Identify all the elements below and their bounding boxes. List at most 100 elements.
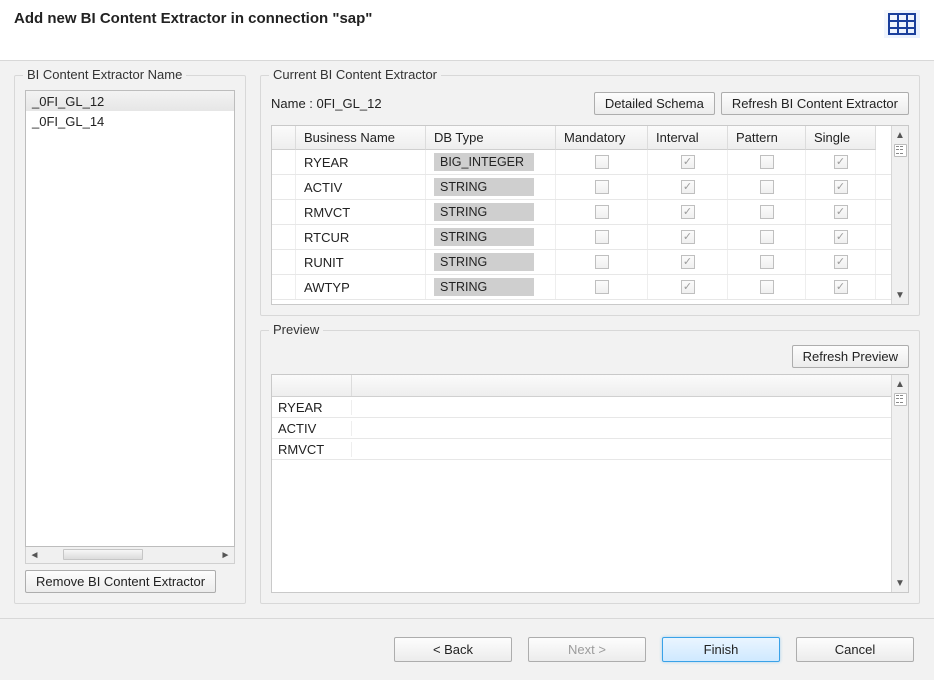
preview-grid[interactable]: RYEARACTIV RMVCT ▲ ▼	[271, 374, 909, 593]
cell-mandatory[interactable]	[556, 225, 648, 249]
preview-v-scrollbar[interactable]: ▲ ▼	[891, 375, 908, 592]
dialog-root: Add new BI Content Extractor in connecti…	[0, 0, 934, 680]
table-icon	[884, 10, 920, 38]
scroll-down-icon[interactable]: ▼	[892, 288, 908, 302]
cell-business-name: AWTYP	[296, 275, 426, 299]
table-row[interactable]: RUNITSTRING	[272, 250, 891, 275]
current-top-row: Name : 0FI_GL_12 Detailed Schema Refresh…	[271, 92, 909, 115]
cell-single[interactable]	[806, 225, 876, 249]
preview-panel: Preview Refresh Preview RYEARACTIVRMVCT …	[260, 330, 920, 604]
cell-mandatory[interactable]	[556, 175, 648, 199]
left-column: BI Content Extractor Name _0FI_GL_12 _0F…	[14, 75, 246, 604]
cell-single[interactable]	[806, 275, 876, 299]
scroll-up-icon[interactable]: ▲	[892, 377, 908, 391]
preview-row[interactable]: ACTIV	[272, 418, 891, 439]
row-lead	[272, 150, 296, 174]
row-lead	[272, 200, 296, 224]
table-row[interactable]: RYEARBIG_INTEGER	[272, 150, 891, 175]
detailed-schema-button[interactable]: Detailed Schema	[594, 92, 715, 115]
cell-db-type: STRING	[426, 200, 556, 224]
extractor-listbox[interactable]: _0FI_GL_12 _0FI_GL_14	[25, 90, 235, 547]
refresh-preview-button[interactable]: Refresh Preview	[792, 345, 909, 368]
table-row[interactable]: ACTIVSTRING	[272, 175, 891, 200]
dialog-header: Add new BI Content Extractor in connecti…	[0, 0, 934, 46]
col-mandatory[interactable]: Mandatory	[556, 126, 648, 150]
col-interval[interactable]: Interval	[648, 126, 728, 150]
cell-interval[interactable]	[648, 275, 728, 299]
current-name-label: Name : 0FI_GL_12	[271, 96, 382, 111]
col-business-name[interactable]: Business Name	[296, 126, 426, 150]
cell-business-name: ACTIV	[296, 175, 426, 199]
list-item[interactable]: _0FI_GL_12	[26, 91, 234, 111]
cell-single[interactable]	[806, 250, 876, 274]
scroll-right-icon[interactable]: ►	[217, 547, 234, 563]
scroll-track[interactable]	[43, 547, 217, 563]
col-single[interactable]: Single	[806, 126, 876, 150]
scroll-down-icon[interactable]: ▼	[892, 576, 908, 590]
cell-single[interactable]	[806, 150, 876, 174]
next-button: Next >	[528, 637, 646, 662]
preview-title: Preview	[269, 322, 323, 337]
row-lead	[272, 225, 296, 249]
scroll-options-icon[interactable]	[894, 393, 907, 406]
cell-pattern[interactable]	[728, 275, 806, 299]
cell-db-type: STRING	[426, 175, 556, 199]
scroll-left-icon[interactable]: ◄	[26, 547, 43, 563]
row-lead	[272, 275, 296, 299]
body-area: BI Content Extractor Name _0FI_GL_12 _0F…	[0, 61, 934, 604]
dialog-title: Add new BI Content Extractor in connecti…	[14, 10, 372, 27]
grid-header-row: Business Name DB Type Mandatory Interval…	[272, 126, 891, 150]
cell-interval[interactable]	[648, 175, 728, 199]
cell-business-name: RYEAR	[296, 150, 426, 174]
cell-mandatory[interactable]	[556, 275, 648, 299]
refresh-extractor-button[interactable]: Refresh BI Content Extractor	[721, 92, 909, 115]
cell-db-type: STRING	[426, 225, 556, 249]
preview-row-label: RMVCT	[272, 442, 352, 457]
extractor-list-title: BI Content Extractor Name	[23, 67, 186, 82]
cell-business-name: RUNIT	[296, 250, 426, 274]
cell-pattern[interactable]	[728, 225, 806, 249]
cancel-button[interactable]: Cancel	[796, 637, 914, 662]
cell-pattern[interactable]	[728, 200, 806, 224]
current-extractor-panel: Current BI Content Extractor Name : 0FI_…	[260, 75, 920, 316]
cell-mandatory[interactable]	[556, 250, 648, 274]
grid-v-scrollbar[interactable]: ▲ ▼	[891, 126, 908, 304]
scroll-options-icon[interactable]	[894, 144, 907, 157]
scroll-up-icon[interactable]: ▲	[892, 128, 908, 142]
cell-single[interactable]	[806, 200, 876, 224]
finish-button[interactable]: Finish	[662, 637, 780, 662]
preview-row[interactable]: RYEAR	[272, 397, 891, 418]
current-extractor-title: Current BI Content Extractor	[269, 67, 441, 82]
cell-pattern[interactable]	[728, 250, 806, 274]
fields-grid[interactable]: Business Name DB Type Mandatory Interval…	[271, 125, 909, 305]
grid-header-lead	[272, 126, 296, 150]
back-button[interactable]: < Back	[394, 637, 512, 662]
preview-grid-header	[272, 375, 891, 397]
row-lead	[272, 250, 296, 274]
preview-row[interactable]: RMVCT	[272, 439, 891, 460]
remove-extractor-button[interactable]: Remove BI Content Extractor	[25, 570, 216, 593]
table-row[interactable]: RTCURSTRING	[272, 225, 891, 250]
list-item[interactable]: _0FI_GL_14	[26, 111, 234, 131]
cell-db-type: BIG_INTEGER	[426, 150, 556, 174]
cell-single[interactable]	[806, 175, 876, 199]
right-column: Current BI Content Extractor Name : 0FI_…	[260, 75, 920, 604]
list-h-scrollbar[interactable]: ◄ ►	[25, 547, 235, 564]
cell-interval[interactable]	[648, 150, 728, 174]
cell-interval[interactable]	[648, 250, 728, 274]
cell-db-type: STRING	[426, 275, 556, 299]
cell-interval[interactable]	[648, 200, 728, 224]
cell-pattern[interactable]	[728, 150, 806, 174]
table-row[interactable]: RMVCTSTRING	[272, 200, 891, 225]
row-lead	[272, 175, 296, 199]
cell-business-name: RMVCT	[296, 200, 426, 224]
cell-mandatory[interactable]	[556, 200, 648, 224]
cell-mandatory[interactable]	[556, 150, 648, 174]
cell-interval[interactable]	[648, 225, 728, 249]
preview-lead-header	[272, 375, 352, 396]
scroll-thumb[interactable]	[63, 549, 143, 560]
col-db-type[interactable]: DB Type	[426, 126, 556, 150]
table-row[interactable]: AWTYPSTRING	[272, 275, 891, 300]
cell-pattern[interactable]	[728, 175, 806, 199]
col-pattern[interactable]: Pattern	[728, 126, 806, 150]
